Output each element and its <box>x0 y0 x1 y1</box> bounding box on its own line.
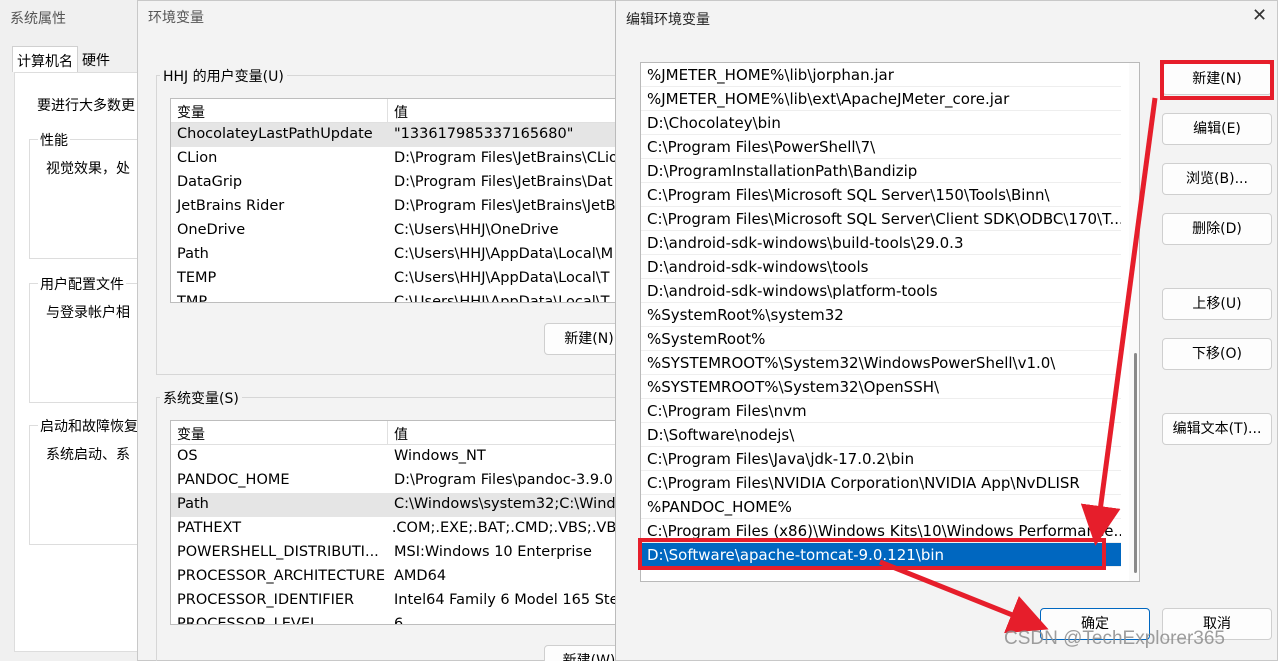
arrow-to-ok-button <box>879 559 1049 634</box>
watermark: CSDN @TechExplorer365 <box>1004 628 1225 649</box>
arrow-to-new-entry <box>1080 97 1158 546</box>
annotation-arrows <box>879 97 1158 634</box>
